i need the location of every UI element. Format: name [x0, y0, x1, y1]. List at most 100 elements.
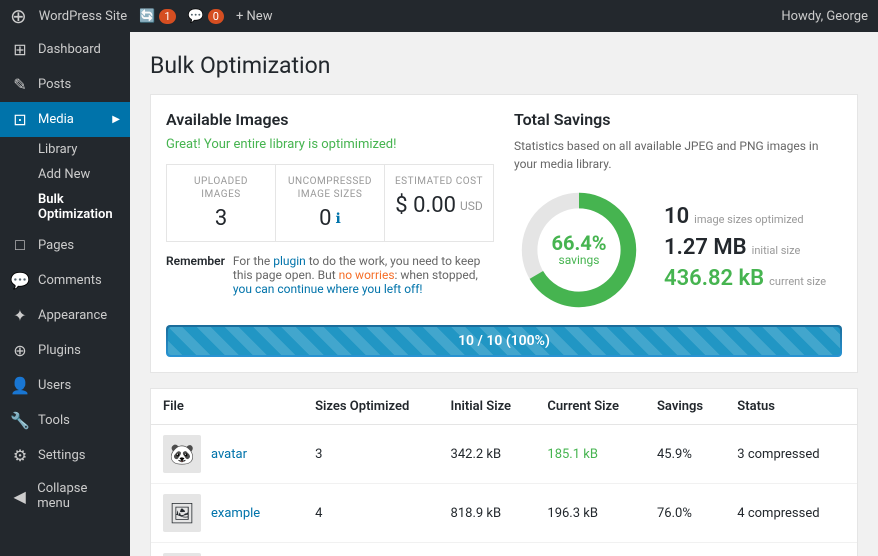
dashboard-icon: ⊞ [10, 40, 30, 59]
stat-uploaded-value: 3 [175, 206, 267, 231]
continue-link[interactable]: you can continue where you left off! [233, 282, 423, 296]
table-row: 🐼 avatar 3 342.2 kB 185.1 kB 45.9% 3 com… [151, 425, 857, 484]
sidebar-sub-bulk-optimization[interactable]: Bulk Optimization [0, 187, 130, 227]
sidebar-item-appearance[interactable]: ✦ Appearance [0, 298, 130, 333]
settings-icon: ⚙ [10, 446, 30, 465]
plugins-icon: ⊕ [10, 341, 30, 360]
sidebar-item-posts[interactable]: ✎ Posts [0, 67, 130, 102]
stat-optimized-label: image sizes optimized [694, 213, 803, 226]
sidebar-item-users[interactable]: 👤 Users [0, 368, 130, 403]
file-thumb-1: 🖼 [163, 494, 201, 532]
stat-optimized-value: 10 [664, 204, 689, 229]
stat-uncompressed: UNCOMPRESSED IMAGE SIZES 0 ℹ [276, 165, 385, 241]
users-icon: 👤 [10, 376, 30, 395]
collapse-icon: ◀ [10, 487, 29, 506]
table-header: File Sizes Optimized Initial Size Curren… [151, 389, 857, 425]
col-file: File [151, 389, 303, 425]
sidebar-sub-add-new[interactable]: Add New [0, 162, 130, 187]
sidebar-item-pages[interactable]: □ Pages [0, 227, 130, 263]
sidebar: ⊞ Dashboard ✎ Posts ⊡ Media ▶ Library Ad… [0, 32, 130, 556]
sidebar-label-collapse: Collapse menu [37, 481, 120, 511]
available-images-success: Great! Your entire library is optimimize… [166, 137, 494, 152]
file-name-1[interactable]: example [211, 506, 260, 521]
sidebar-item-comments[interactable]: 💬 Comments [0, 263, 130, 298]
cell-status-1: 4 compressed [725, 484, 857, 543]
cell-savings-2: 59.6% [645, 543, 725, 556]
remember-row: Remember For the plugin to do the work, … [166, 254, 494, 296]
stat-initial-label: initial size [752, 244, 801, 257]
sidebar-sub-library[interactable]: Library [0, 137, 130, 162]
admin-bar: ⊕ WordPress Site 🔄 1 💬 0 + New Howdy, Ge… [0, 0, 878, 32]
sidebar-label-appearance: Appearance [38, 308, 107, 323]
media-icon: ⊡ [10, 110, 30, 129]
sidebar-label-comments: Comments [38, 273, 102, 288]
sidebar-label-users: Users [38, 378, 71, 393]
stat-uncompressed-value: 0 ℹ [284, 206, 376, 231]
cell-sizes-1: 4 [303, 484, 438, 543]
chevron-icon: ▶ [112, 114, 120, 125]
updates-count: 1 [159, 9, 175, 24]
pages-icon: □ [10, 235, 30, 255]
sidebar-item-media[interactable]: ⊡ Media ▶ [0, 102, 130, 137]
stats-row: UPLOADED IMAGES 3 UNCOMPRESSED IMAGE SIZ… [166, 164, 494, 242]
main-layout: ⊞ Dashboard ✎ Posts ⊡ Media ▶ Library Ad… [0, 32, 878, 556]
sidebar-label-plugins: Plugins [38, 343, 81, 358]
cell-initial-2: 137.2 kB [439, 543, 536, 556]
plugin-link[interactable]: plugin [273, 254, 306, 268]
donut-percent: 66.4% [551, 233, 606, 253]
cell-status-2: No action taken [725, 543, 857, 556]
info-icon[interactable]: ℹ [336, 211, 341, 227]
donut-center: 66.4% savings [551, 233, 606, 267]
cell-file-2: 🔷 wordpress [151, 543, 303, 556]
sidebar-label-pages: Pages [38, 238, 74, 253]
total-savings-title: Total Savings [514, 110, 842, 129]
remember-label: Remember [166, 254, 225, 296]
savings-stat-optimized: 10 image sizes optimized [664, 204, 826, 229]
top-card: Available Images Great! Your entire libr… [150, 94, 858, 373]
savings-desc: Statistics based on all available JPEG a… [514, 137, 842, 173]
available-images-section: Available Images Great! Your entire libr… [166, 110, 494, 315]
sidebar-item-tools[interactable]: 🔧 Tools [0, 403, 130, 438]
savings-stat-current: 436.82 kB current size [664, 266, 826, 291]
col-status: Status [725, 389, 857, 425]
col-sizes-optimized: Sizes Optimized [303, 389, 438, 425]
stat-cost-value: $ 0.00 USD [393, 193, 485, 218]
posts-icon: ✎ [10, 75, 30, 94]
new-content-button[interactable]: + New [236, 9, 273, 24]
updates-link[interactable]: 🔄 1 [139, 9, 175, 24]
comments-link[interactable]: 💬 0 [188, 9, 224, 24]
col-savings: Savings [645, 389, 725, 425]
cell-initial-1: 818.9 kB [439, 484, 536, 543]
cell-file-0: 🐼 avatar [151, 425, 303, 484]
progress-bar: 10 / 10 (100%) [168, 327, 840, 355]
table-row: 🔷 wordpress 3 137.2 kB 55.4 kB 59.6% No … [151, 543, 857, 556]
col-initial-size: Initial Size [439, 389, 536, 425]
site-name[interactable]: WordPress Site [39, 9, 127, 24]
col-current-size: Current Size [535, 389, 645, 425]
stat-current-label: current size [769, 275, 826, 288]
sidebar-item-settings[interactable]: ⚙ Settings [0, 438, 130, 473]
total-savings-section: Total Savings Statistics based on all av… [514, 110, 842, 315]
table-body: 🐼 avatar 3 342.2 kB 185.1 kB 45.9% 3 com… [151, 425, 857, 556]
stat-uploaded-label: UPLOADED IMAGES [175, 175, 267, 201]
file-name-0[interactable]: avatar [211, 447, 247, 462]
cell-file-1: 🖼 example [151, 484, 303, 543]
sidebar-item-plugins[interactable]: ⊕ Plugins [0, 333, 130, 368]
savings-stat-initial: 1.27 MB initial size [664, 235, 826, 260]
stat-cost-label: ESTIMATED COST [393, 175, 485, 188]
donut-sublabel: savings [551, 253, 606, 267]
file-thumb-0: 🐼 [163, 435, 201, 473]
cell-savings-1: 76.0% [645, 484, 725, 543]
sidebar-item-dashboard[interactable]: ⊞ Dashboard [0, 32, 130, 67]
comments-count: 0 [208, 9, 224, 24]
sidebar-item-collapse[interactable]: ◀ Collapse menu [0, 473, 130, 519]
wp-logo-icon: ⊕ [10, 4, 27, 28]
sidebar-label-settings: Settings [38, 448, 85, 463]
progress-bar-label: 10 / 10 (100%) [458, 333, 550, 349]
cell-sizes-2: 3 [303, 543, 438, 556]
remember-text: For the plugin to do the work, you need … [233, 254, 494, 296]
main-content: Bulk Optimization Available Images Great… [130, 32, 878, 556]
savings-stats: 10 image sizes optimized 1.27 MB initial… [664, 204, 826, 297]
cell-current-1: 196.3 kB [535, 484, 645, 543]
stat-uncompressed-label: UNCOMPRESSED IMAGE SIZES [284, 175, 376, 201]
